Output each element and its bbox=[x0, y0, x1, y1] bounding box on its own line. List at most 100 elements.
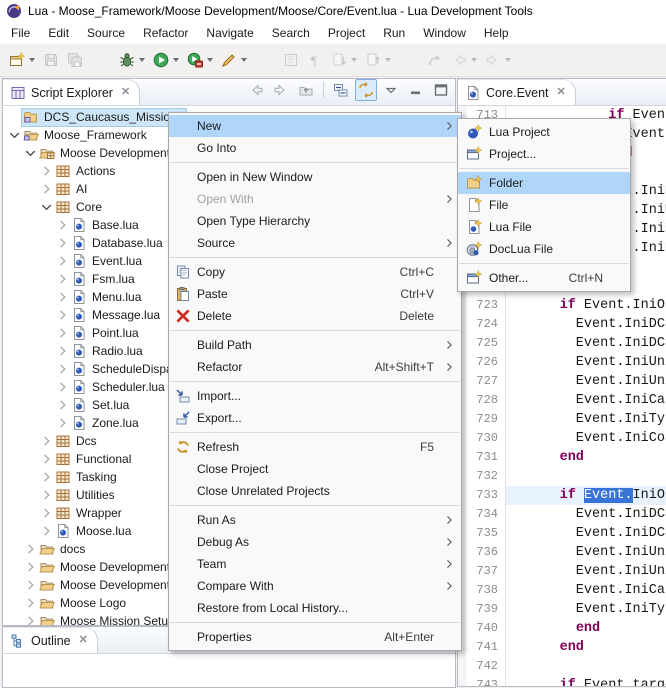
code-text[interactable]: Event.IniTypeName = Event.IniDCSUnit:get… bbox=[505, 410, 666, 429]
coverage-button[interactable] bbox=[184, 48, 216, 72]
submenu-item-lua-project[interactable]: Lua Project bbox=[458, 121, 630, 143]
menu-item-close-project[interactable]: Close Project bbox=[169, 458, 461, 480]
line-number[interactable]: 723 bbox=[466, 296, 505, 315]
dropdown-caret-icon[interactable] bbox=[207, 58, 213, 62]
dropdown-caret-icon[interactable] bbox=[139, 58, 145, 62]
annotation-ruler[interactable] bbox=[458, 676, 466, 686]
chev-collapsed-icon[interactable] bbox=[23, 613, 38, 625]
tab-outline[interactable]: Outline ✕ bbox=[3, 627, 98, 653]
chev-collapsed-icon[interactable] bbox=[55, 271, 70, 287]
chev-collapsed-icon[interactable] bbox=[39, 181, 54, 197]
save-button[interactable] bbox=[40, 48, 62, 72]
back-button[interactable] bbox=[448, 48, 480, 72]
menu-item-export[interactable]: Export... bbox=[169, 407, 461, 429]
menu-item-team[interactable]: Team bbox=[169, 553, 461, 575]
chev-collapsed-icon[interactable] bbox=[23, 595, 38, 611]
submenu-item-doclua-file[interactable]: @DocLua File bbox=[458, 238, 630, 260]
annotation-next-button[interactable] bbox=[328, 48, 360, 72]
code-text[interactable]: if Event.target then bbox=[505, 676, 666, 686]
code-text[interactable]: Event.IniDCSUnit = Event.initiator bbox=[505, 315, 666, 334]
save-all-button[interactable] bbox=[64, 48, 86, 72]
chev-collapsed-icon[interactable] bbox=[23, 559, 38, 575]
submenu-item-project[interactable]: Project... bbox=[458, 143, 630, 165]
submenu-item-file[interactable]: File bbox=[458, 194, 630, 216]
dropdown-caret-icon[interactable] bbox=[173, 58, 179, 62]
chev-collapsed-icon[interactable] bbox=[39, 163, 54, 179]
line-number[interactable]: 742 bbox=[466, 657, 505, 676]
submenu-item-other[interactable]: Other...Ctrl+N bbox=[458, 267, 630, 289]
line-number[interactable]: 743 bbox=[466, 676, 505, 686]
new-wizard-button[interactable] bbox=[6, 48, 38, 72]
chev-collapsed-icon[interactable] bbox=[55, 379, 70, 395]
code-text[interactable]: Event.IniUnit = STATIC:FindByName( Event… bbox=[505, 372, 666, 391]
dropdown-caret-icon[interactable] bbox=[29, 58, 35, 62]
menu-item-run-as[interactable]: Run As bbox=[169, 509, 461, 531]
chev-collapsed-icon[interactable] bbox=[55, 397, 70, 413]
back-button[interactable] bbox=[245, 79, 267, 101]
annotation-prev-button[interactable] bbox=[362, 48, 394, 72]
code-text[interactable]: Event.IniUnit = SCENERY:Register( Event.… bbox=[505, 562, 666, 581]
menu-item-import[interactable]: Import... bbox=[169, 385, 461, 407]
line-number[interactable]: 724 bbox=[466, 315, 505, 334]
code-text[interactable]: Event.IniUnitName = Event.IniDCSUnitName bbox=[505, 353, 666, 372]
line-number[interactable]: 731 bbox=[466, 448, 505, 467]
code-text[interactable]: end bbox=[505, 638, 666, 657]
run-button[interactable] bbox=[150, 48, 182, 72]
chev-collapsed-icon[interactable] bbox=[55, 343, 70, 359]
close-icon[interactable]: ✕ bbox=[557, 87, 566, 98]
code-text[interactable]: Event.IniCoalition = Event.IniDCSUnit:ge… bbox=[505, 429, 666, 448]
submenu-item-folder[interactable]: Folder bbox=[458, 172, 630, 194]
chev-collapsed-icon[interactable] bbox=[23, 541, 38, 557]
view-menu-button[interactable] bbox=[380, 79, 402, 101]
chev-collapsed-icon[interactable] bbox=[55, 325, 70, 341]
dropdown-caret-icon[interactable] bbox=[351, 58, 357, 62]
maximize-button[interactable] bbox=[430, 79, 452, 101]
submenu-item-lua-file[interactable]: Lua File bbox=[458, 216, 630, 238]
forward-button[interactable] bbox=[482, 48, 514, 72]
minimize-button[interactable] bbox=[405, 79, 427, 101]
last-edit-button[interactable] bbox=[424, 48, 446, 72]
line-number[interactable]: 726 bbox=[466, 353, 505, 372]
menu-item-restore-from-local-history[interactable]: Restore from Local History... bbox=[169, 597, 461, 619]
chev-collapsed-icon[interactable] bbox=[39, 505, 54, 521]
line-number[interactable]: 730 bbox=[466, 429, 505, 448]
line-number[interactable]: 734 bbox=[466, 505, 505, 524]
chev-collapsed-icon[interactable] bbox=[55, 415, 70, 431]
menu-item-paste[interactable]: PasteCtrl+V bbox=[169, 283, 461, 305]
code-text[interactable]: Event.IniDCSUnitName = Event.IniDCSUnit:… bbox=[505, 334, 666, 353]
forward-button[interactable] bbox=[270, 79, 292, 101]
chev-collapsed-icon[interactable] bbox=[39, 487, 54, 503]
line-number[interactable]: 732 bbox=[466, 467, 505, 486]
menu-item-open-with[interactable]: Open With bbox=[169, 188, 461, 210]
code-text[interactable]: if Event.IniObjectCategory == Object.Cat… bbox=[505, 486, 666, 505]
menubar-search[interactable]: Search bbox=[263, 23, 319, 43]
menu-item-close-unrelated-projects[interactable]: Close Unrelated Projects bbox=[169, 480, 461, 502]
line-number[interactable]: 733 bbox=[466, 486, 505, 505]
code-text[interactable]: Event.IniCategory = Unit.Category.STRUCT… bbox=[505, 391, 666, 410]
menubar-refactor[interactable]: Refactor bbox=[134, 23, 197, 43]
chev-collapsed-icon[interactable] bbox=[55, 307, 70, 323]
line-number[interactable]: 727 bbox=[466, 372, 505, 391]
line-number[interactable]: 729 bbox=[466, 410, 505, 429]
tab-script-explorer[interactable]: Script Explorer ✕ bbox=[3, 79, 140, 105]
up-folder-button[interactable] bbox=[295, 79, 317, 101]
code-text[interactable]: if Event.IniObjectCategory == Object.Cat… bbox=[505, 296, 666, 315]
external-tools-button[interactable] bbox=[218, 48, 250, 72]
chev-collapsed-icon[interactable] bbox=[55, 253, 70, 269]
menu-item-go-into[interactable]: Go Into bbox=[169, 137, 461, 159]
annotation-ruler[interactable] bbox=[458, 657, 466, 676]
menubar-window[interactable]: Window bbox=[414, 23, 475, 43]
menubar-file[interactable]: File bbox=[2, 23, 39, 43]
menubar-edit[interactable]: Edit bbox=[39, 23, 78, 43]
code-text[interactable] bbox=[505, 467, 666, 486]
mark-occurrences-button[interactable] bbox=[280, 48, 302, 72]
chev-collapsed-icon[interactable] bbox=[39, 523, 54, 539]
code-text[interactable]: Event.IniDCSUnit = Event.initiator bbox=[505, 505, 666, 524]
dropdown-caret-icon[interactable] bbox=[505, 58, 511, 62]
line-number[interactable]: 738 bbox=[466, 581, 505, 600]
menubar-source[interactable]: Source bbox=[78, 23, 134, 43]
menu-item-open-type-hierarchy[interactable]: Open Type Hierarchy bbox=[169, 210, 461, 232]
collapse-all-button[interactable] bbox=[330, 79, 352, 101]
line-number[interactable]: 739 bbox=[466, 600, 505, 619]
line-number[interactable]: 735 bbox=[466, 524, 505, 543]
